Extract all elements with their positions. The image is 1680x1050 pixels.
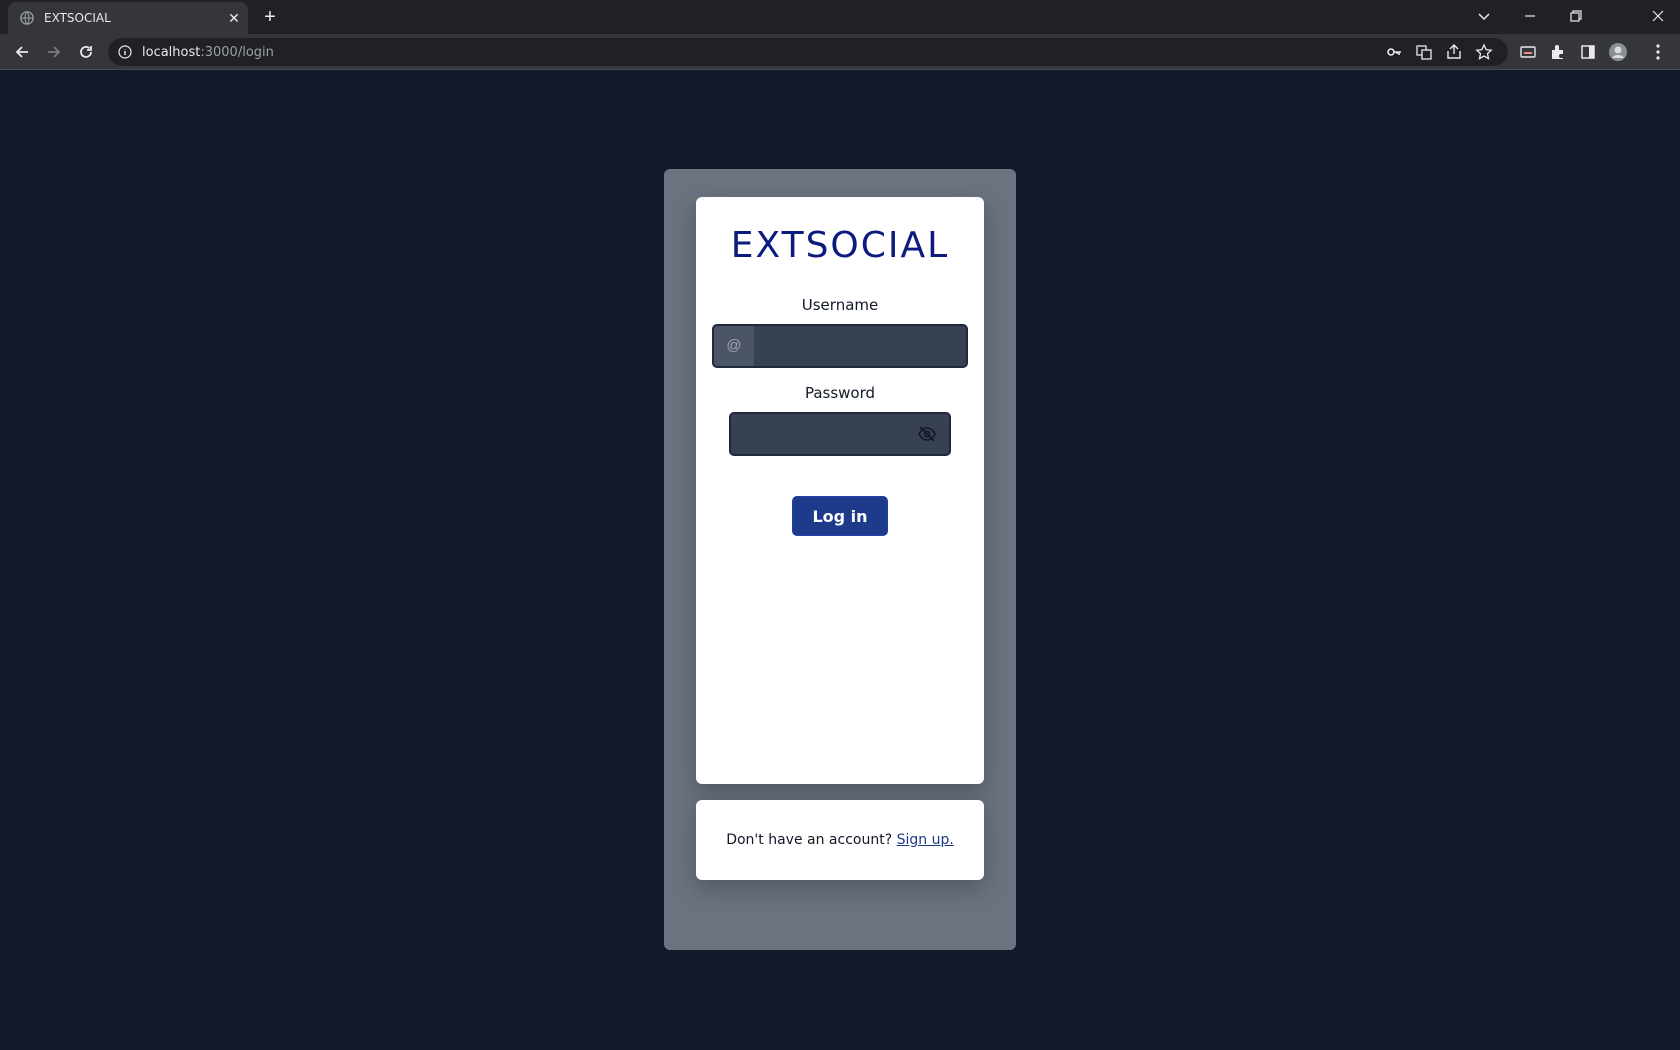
restore-icon[interactable] [1566,6,1586,26]
back-icon[interactable] [12,42,32,62]
star-icon[interactable] [1474,42,1494,62]
extensions-icon[interactable] [1548,42,1568,62]
tab-search-icon[interactable] [1474,6,1494,26]
forward-icon[interactable] [44,42,64,62]
cast-icon[interactable] [1518,42,1538,62]
url-text: localhost:3000/login [142,45,274,60]
signup-card: Don't have an account? Sign up. [696,800,984,880]
reload-icon[interactable] [76,42,96,62]
new-tab-button[interactable]: + [258,7,282,27]
translate-icon[interactable] [1414,42,1434,62]
url-host: localhost [142,45,201,60]
username-field: @ [712,324,968,368]
eye-off-icon[interactable] [917,424,937,444]
close-window-icon[interactable] [1648,6,1668,26]
at-prefix: @ [714,326,754,366]
username-input[interactable] [754,326,966,366]
globe-icon [20,11,34,25]
info-icon[interactable] [118,45,132,59]
minimize-icon[interactable] [1520,6,1540,26]
login-card: EXTSOCIAL Username @ Password Log in [696,197,984,784]
address-bar[interactable]: localhost:3000/login [108,38,1508,66]
sidepanel-icon[interactable] [1578,42,1598,62]
password-label: Password [804,384,876,402]
browser-tabbar: EXTSOCIAL ✕ + [0,0,1680,34]
tab-title: EXTSOCIAL [44,11,111,25]
url-path: :3000/login [200,45,274,60]
site-logo: EXTSOCIAL [730,225,950,266]
browser-toolbar: localhost:3000/login [0,34,1680,70]
browser-tab[interactable]: EXTSOCIAL ✕ [8,2,248,34]
password-input[interactable] [731,414,911,454]
signup-prompt-text: Don't have an account? [726,832,893,848]
share-icon[interactable] [1444,42,1464,62]
signup-prompt: Don't have an account? Sign up. [696,832,984,848]
key-icon[interactable] [1384,42,1404,62]
password-field [729,412,951,456]
profile-avatar[interactable] [1608,42,1628,62]
login-button[interactable]: Log in [792,496,888,536]
username-label: Username [801,296,879,314]
close-tab-icon[interactable]: ✕ [226,10,242,26]
menu-icon[interactable] [1648,42,1668,62]
signup-link[interactable]: Sign up. [897,832,954,848]
